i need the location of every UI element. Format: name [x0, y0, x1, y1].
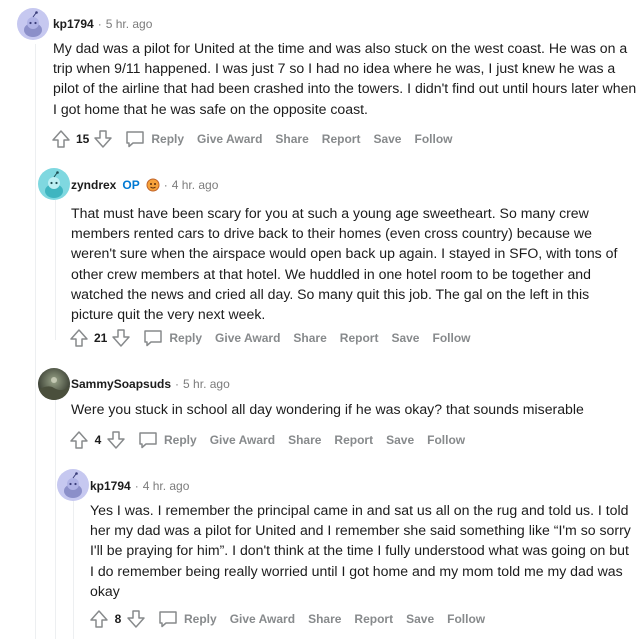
separator: ·: [175, 377, 180, 391]
share-button[interactable]: Share: [288, 433, 321, 447]
upvote-icon[interactable]: [89, 609, 109, 629]
report-button[interactable]: Report: [322, 132, 361, 146]
reply-label: Reply: [151, 132, 185, 146]
downvote-icon[interactable]: [126, 609, 146, 629]
comment-actions: 8 Reply Give Award Share Report Save Fol…: [89, 607, 485, 631]
report-button[interactable]: Report: [340, 331, 379, 345]
share-button[interactable]: Share: [275, 132, 308, 146]
timestamp[interactable]: 4 hr. ago: [172, 178, 219, 192]
comment-meta: SammySoapsuds · 5 hr. ago: [71, 375, 230, 393]
photo-avatar-icon: [38, 368, 70, 400]
comment-bubble-icon: [158, 610, 178, 628]
give-award-button[interactable]: Give Award: [230, 612, 295, 626]
comment-body: That must have been scary for you at suc…: [71, 205, 618, 323]
upvote-icon[interactable]: [69, 430, 89, 450]
separator: ·: [97, 17, 102, 31]
give-award-button[interactable]: Give Award: [215, 331, 280, 345]
save-button[interactable]: Save: [386, 433, 414, 447]
vote-score: 8: [114, 612, 122, 626]
upvote-icon[interactable]: [69, 328, 89, 348]
vote-score: 21: [94, 331, 108, 345]
separator: ·: [163, 178, 168, 192]
reply-button[interactable]: Reply: [143, 329, 202, 347]
comment-body: My dad was a pilot for United at the tim…: [53, 40, 637, 117]
downvote-icon[interactable]: [93, 129, 113, 149]
thread-line[interactable]: [55, 398, 56, 639]
author-name[interactable]: kp1794: [90, 479, 131, 493]
op-badge: OP: [122, 178, 140, 192]
comment-actions: 15 Reply Give Award Share Report Save Fo…: [51, 127, 452, 151]
award-icon[interactable]: [146, 178, 160, 192]
avatar[interactable]: [38, 168, 70, 200]
comment-meta: kp1794 · 5 hr. ago: [53, 15, 152, 33]
report-button[interactable]: Report: [334, 433, 373, 447]
downvote-icon[interactable]: [111, 328, 131, 348]
comment-actions: 21 Reply Give Award Share Report Save Fo…: [69, 326, 470, 350]
report-button[interactable]: Report: [354, 612, 393, 626]
snoo-avatar-icon: [38, 168, 70, 200]
comment-meta: kp1794 · 4 hr. ago: [90, 477, 189, 495]
reply-button[interactable]: Reply: [125, 130, 184, 148]
comment-body: Were you stuck in school all day wonderi…: [71, 401, 584, 417]
timestamp[interactable]: 4 hr. ago: [143, 479, 190, 493]
follow-button[interactable]: Follow: [432, 331, 470, 345]
vote-score: 15: [76, 132, 90, 146]
save-button[interactable]: Save: [373, 132, 401, 146]
thread-line[interactable]: [73, 500, 74, 639]
save-button[interactable]: Save: [406, 612, 434, 626]
thread-line[interactable]: [35, 44, 36, 639]
upvote-icon[interactable]: [51, 129, 71, 149]
reply-label: Reply: [169, 331, 203, 345]
follow-button[interactable]: Follow: [427, 433, 465, 447]
reply-button[interactable]: Reply: [138, 431, 197, 449]
comment-meta: zyndrex OP · 4 hr. ago: [71, 176, 218, 194]
comment-actions: 4 Reply Give Award Share Report Save Fol…: [69, 428, 465, 452]
reply-label: Reply: [164, 433, 197, 447]
reply-button[interactable]: Reply: [158, 610, 217, 628]
avatar[interactable]: [57, 469, 89, 501]
follow-button[interactable]: Follow: [447, 612, 485, 626]
save-button[interactable]: Save: [391, 331, 419, 345]
author-name[interactable]: zyndrex: [71, 178, 116, 192]
snoo-avatar-icon: [17, 8, 49, 40]
give-award-button[interactable]: Give Award: [197, 132, 262, 146]
comment-bubble-icon: [143, 329, 163, 347]
author-name[interactable]: SammySoapsuds: [71, 377, 171, 391]
follow-button[interactable]: Follow: [414, 132, 452, 146]
thread-line[interactable]: [55, 200, 56, 340]
downvote-icon[interactable]: [106, 430, 126, 450]
snoo-avatar-icon: [57, 469, 89, 501]
author-name[interactable]: kp1794: [53, 17, 94, 31]
comment-body: Yes I was. I remember the principal came…: [90, 502, 631, 599]
give-award-button[interactable]: Give Award: [210, 433, 275, 447]
comment-bubble-icon: [138, 431, 158, 449]
vote-score: 4: [94, 433, 102, 447]
timestamp[interactable]: 5 hr. ago: [183, 377, 230, 391]
separator: ·: [134, 479, 139, 493]
avatar[interactable]: [38, 368, 70, 400]
share-button[interactable]: Share: [293, 331, 326, 345]
reply-label: Reply: [184, 612, 217, 626]
share-button[interactable]: Share: [308, 612, 341, 626]
avatar[interactable]: [17, 8, 49, 40]
comment-bubble-icon: [125, 130, 145, 148]
timestamp[interactable]: 5 hr. ago: [106, 17, 153, 31]
